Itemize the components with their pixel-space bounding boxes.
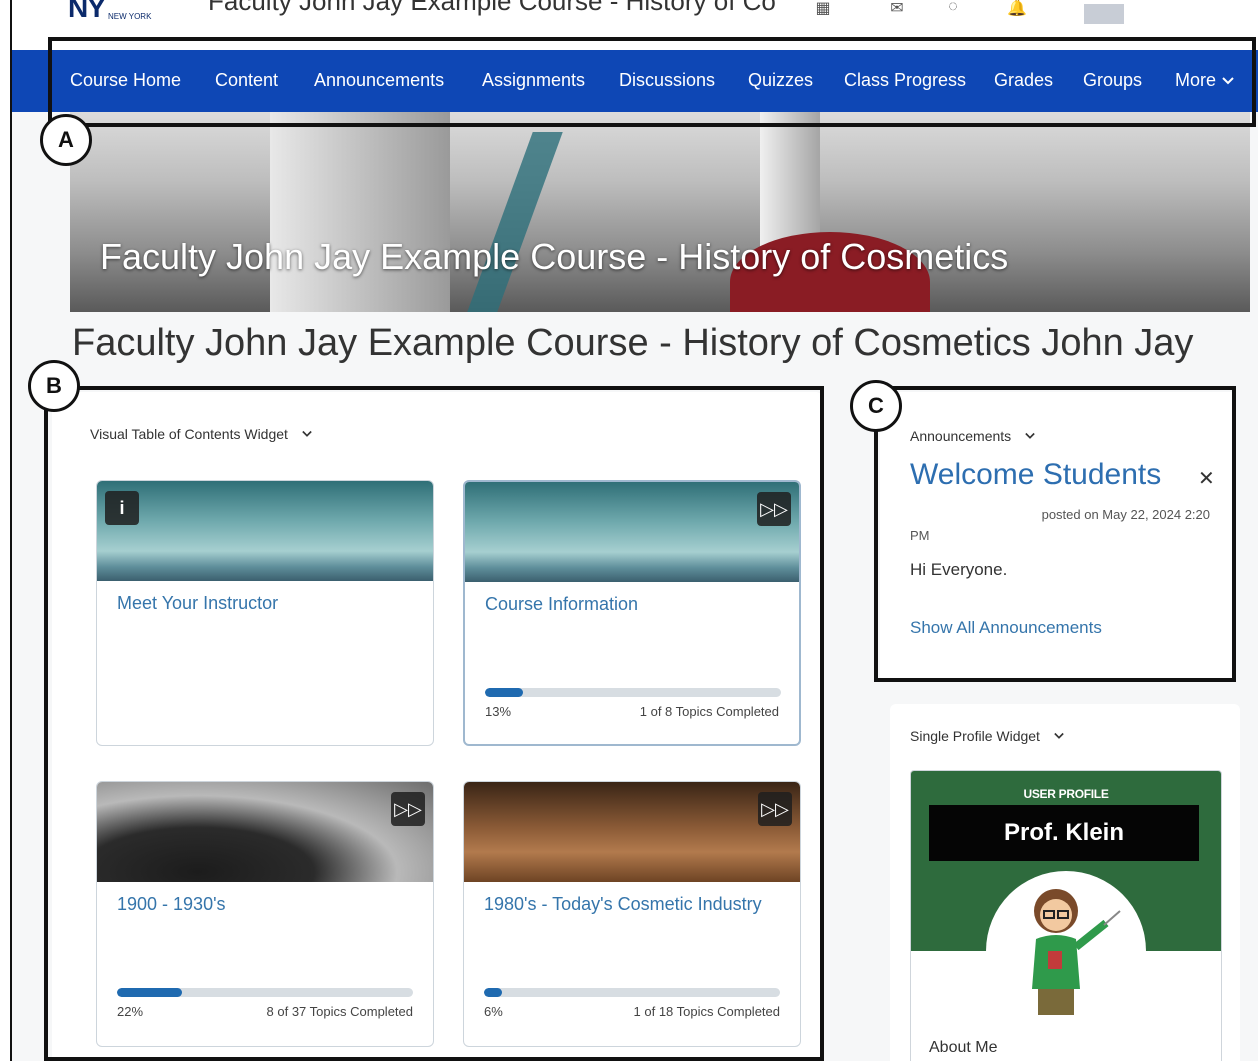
banner-image-shape [467, 132, 563, 312]
banner-image-shape [270, 112, 450, 312]
banner-title: Faculty John Jay Example Course - Histor… [100, 236, 1009, 277]
course-banner: Faculty John Jay Example Course - Histor… [70, 112, 1250, 312]
bell-icon[interactable]: 🔔 [1002, 0, 1032, 18]
logo[interactable]: NY [68, 0, 106, 24]
apps-icon[interactable]: ▦ [808, 0, 838, 18]
user-avatar[interactable] [1084, 4, 1124, 24]
page-title: Faculty John Jay Example Course - Histor… [72, 322, 1194, 364]
annotation-label-c: C [850, 380, 902, 432]
course-breadcrumb[interactable]: Faculty John Jay Example Course - Histor… [208, 0, 776, 17]
annotation-label-b: B [28, 360, 80, 412]
profile-card: USER PROFILE Prof. Klein About Me [910, 770, 1222, 1061]
mail-icon[interactable]: ✉ [882, 0, 912, 18]
annotation-box-c [874, 386, 1236, 682]
annotation-box-b [44, 386, 824, 1061]
profile-caption: USER PROFILE [1023, 787, 1109, 801]
annotation-label-a: A [40, 114, 92, 166]
chat-icon[interactable]: ◌ [938, 0, 968, 18]
logo-subtext: NEW YORK [108, 12, 152, 21]
profile-widget-header[interactable]: Single Profile Widget [910, 728, 1064, 744]
about-me-label: About Me [929, 1039, 998, 1056]
profile-name: Prof. Klein [929, 805, 1199, 861]
avatar [986, 871, 1146, 1031]
annotation-box-a [48, 37, 1256, 127]
chevron-down-icon[interactable] [1054, 731, 1064, 741]
teacher-avatar-icon [1032, 889, 1121, 1015]
profile-widget: Single Profile Widget USER PROFILE Prof.… [890, 704, 1240, 1061]
profile-widget-title: Single Profile Widget [910, 728, 1040, 744]
